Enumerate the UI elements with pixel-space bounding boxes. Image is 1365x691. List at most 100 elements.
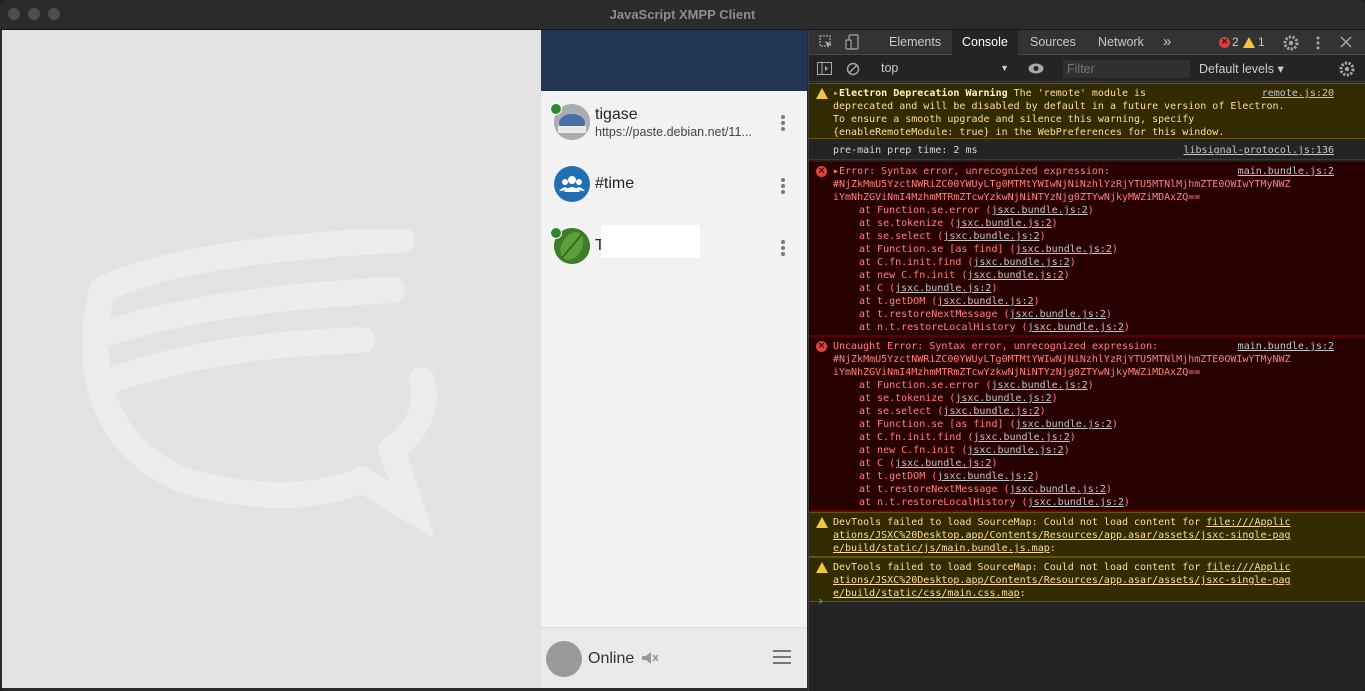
stack-frame-link[interactable]: jsxc.bundle.js:2	[895, 458, 991, 469]
contact-name: tigase	[595, 106, 638, 123]
stack-frame-link[interactable]: jsxc.bundle.js:2	[895, 283, 991, 294]
console-warning: ▸Electron Deprecation Warning The 'remot…	[809, 83, 1365, 139]
contact-menu-icon[interactable]	[779, 176, 787, 196]
tab-console[interactable]: Console	[952, 30, 1018, 55]
console-log: pre-main prep time: 2 ms libsignal-proto…	[809, 140, 1365, 160]
console-toolbar: top ▼ Default levels ▾	[809, 56, 1365, 82]
stack-frame-link[interactable]: jsxc.bundle.js:2	[973, 432, 1069, 443]
source-link[interactable]: main.bundle.js:2	[1238, 165, 1334, 178]
console-warning: DevTools failed to load SourceMap: Could…	[809, 512, 1365, 557]
redaction-box	[601, 225, 700, 258]
stack-frame: at C (jsxc.bundle.js:2)	[859, 283, 998, 294]
clear-console-icon[interactable]	[846, 62, 860, 76]
stack-frame: at Function.se.error (jsxc.bundle.js:2)	[859, 380, 1094, 391]
context-value: top	[881, 61, 899, 75]
source-link[interactable]: main.bundle.js:2	[1238, 340, 1334, 353]
own-avatar[interactable]	[546, 641, 582, 677]
chat-area	[2, 30, 541, 688]
contact-menu-icon[interactable]	[779, 238, 787, 258]
warning-count-icon[interactable]	[1243, 37, 1255, 48]
stack-frame: at new C.fn.init (jsxc.bundle.js:2)	[859, 270, 1070, 281]
stack-trace: at Function.se.error (jsxc.bundle.js:2) a…	[859, 204, 1130, 334]
roster-contact[interactable]: tigase https://paste.debian.net/11...	[541, 93, 807, 153]
stack-frame-link[interactable]: jsxc.bundle.js:2	[943, 406, 1039, 417]
roster-header	[541, 30, 807, 91]
device-toolbar-icon[interactable]	[845, 34, 859, 50]
close-devtools-icon[interactable]	[1340, 36, 1352, 48]
more-options-icon[interactable]	[1315, 35, 1321, 51]
title-bar: JavaScript XMPP Client	[0, 0, 1365, 30]
stack-frame: at se.tokenize (jsxc.bundle.js:2)	[859, 218, 1058, 229]
roster-contact[interactable]: #time	[541, 163, 807, 223]
error-icon: ×	[816, 341, 827, 352]
devtools-tabbar: Elements Console Sources Network » × 2 1	[809, 30, 1365, 55]
stack-frame-link[interactable]: jsxc.bundle.js:2	[967, 445, 1063, 456]
stack-frame-link[interactable]: jsxc.bundle.js:2	[1016, 244, 1112, 255]
warning-icon	[816, 88, 828, 99]
group-icon	[559, 176, 585, 192]
stack-frame-link[interactable]: jsxc.bundle.js:2	[1010, 309, 1106, 320]
stack-frame: at C (jsxc.bundle.js:2)	[859, 458, 998, 469]
jsxc-watermark-logo	[82, 230, 437, 540]
error-count-icon[interactable]: ×	[1219, 37, 1230, 48]
stack-frame-link[interactable]: jsxc.bundle.js:2	[967, 270, 1063, 281]
contact-menu-icon[interactable]	[779, 113, 787, 133]
log-levels-dropdown[interactable]: Default levels ▾	[1199, 61, 1284, 76]
source-link[interactable]: remote.js:20	[1262, 87, 1334, 100]
contact-name: #time	[595, 175, 635, 192]
stack-frame-link[interactable]: jsxc.bundle.js:2	[937, 471, 1033, 482]
stack-frame-link[interactable]: jsxc.bundle.js:2	[1028, 497, 1124, 508]
contact-last-message: https://paste.debian.net/11...	[595, 125, 752, 139]
stack-frame: at n.t.restoreLocalHistory (jsxc.bundle.…	[859, 322, 1130, 333]
stack-frame: at se.tokenize (jsxc.bundle.js:2)	[859, 393, 1058, 404]
roster-footer: Online	[541, 627, 807, 688]
stack-frame: at se.select (jsxc.bundle.js:2)	[859, 231, 1046, 242]
tab-sources[interactable]: Sources	[1030, 35, 1076, 49]
devtools-panel: Elements Console Sources Network » × 2 1	[808, 30, 1365, 691]
app-window: JavaScript XMPP Client tigase https://pa…	[0, 0, 1365, 691]
filter-input[interactable]	[1063, 60, 1190, 78]
roster-contact[interactable]: T	[541, 225, 807, 285]
stack-frame-link[interactable]: jsxc.bundle.js:2	[991, 205, 1087, 216]
main-menu-icon[interactable]	[773, 650, 791, 666]
error-count[interactable]: 2	[1232, 35, 1239, 49]
stack-frame-link[interactable]: jsxc.bundle.js:2	[991, 380, 1087, 391]
stack-frame: at t.restoreNextMessage (jsxc.bundle.js:…	[859, 309, 1112, 320]
presence-online-indicator	[550, 103, 562, 115]
stack-frame-link[interactable]: jsxc.bundle.js:2	[943, 231, 1039, 242]
tab-elements[interactable]: Elements	[889, 35, 941, 49]
console-settings-gear-icon[interactable]	[1339, 61, 1355, 77]
context-selector[interactable]: top ▼	[881, 61, 1009, 75]
console-message-text[interactable]: DevTools failed to load SourceMap: Could…	[833, 516, 1338, 555]
stack-frame-link[interactable]: jsxc.bundle.js:2	[955, 218, 1051, 229]
presence-status-select[interactable]: Online	[588, 650, 634, 668]
stack-frame: at t.getDOM (jsxc.bundle.js:2)	[859, 296, 1040, 307]
stack-frame-link[interactable]: jsxc.bundle.js:2	[973, 257, 1069, 268]
settings-gear-icon[interactable]	[1283, 35, 1299, 51]
console-warning: DevTools failed to load SourceMap: Could…	[809, 557, 1365, 602]
inspect-element-icon[interactable]	[819, 35, 833, 49]
console-prompt[interactable]: ›	[817, 595, 824, 608]
stack-frame-link[interactable]: jsxc.bundle.js:2	[955, 393, 1051, 404]
show-sidebar-icon[interactable]	[817, 62, 832, 75]
roster-panel: tigase https://paste.debian.net/11... #t…	[541, 30, 807, 688]
presence-online-indicator	[550, 227, 562, 239]
more-tabs-button[interactable]: »	[1163, 33, 1171, 50]
console-output: ▸Electron Deprecation Warning The 'remot…	[809, 83, 1365, 691]
stack-frame-link[interactable]: jsxc.bundle.js:2	[937, 296, 1033, 307]
warning-icon	[816, 562, 828, 573]
stack-frame-link[interactable]: jsxc.bundle.js:2	[1016, 419, 1112, 430]
chevron-down-icon: ▼	[1000, 63, 1009, 73]
window-title: JavaScript XMPP Client	[609, 7, 756, 22]
stack-frame: at C.fn.init.find (jsxc.bundle.js:2)	[859, 257, 1076, 268]
stack-frame-link[interactable]: jsxc.bundle.js:2	[1010, 484, 1106, 495]
source-link[interactable]: libsignal-protocol.js:136	[1183, 144, 1334, 157]
stack-frame: at Function.se [as find] (jsxc.bundle.js…	[859, 244, 1118, 255]
console-error: × ▸Error: Syntax error, unrecognized exp…	[809, 161, 1365, 336]
console-message-text[interactable]: DevTools failed to load SourceMap: Could…	[833, 561, 1338, 600]
warning-count[interactable]: 1	[1258, 35, 1265, 49]
stack-frame-link[interactable]: jsxc.bundle.js:2	[1028, 322, 1124, 333]
live-expression-eye-icon[interactable]	[1028, 63, 1044, 74]
tab-network[interactable]: Network	[1098, 35, 1144, 49]
mute-icon[interactable]	[641, 651, 659, 665]
